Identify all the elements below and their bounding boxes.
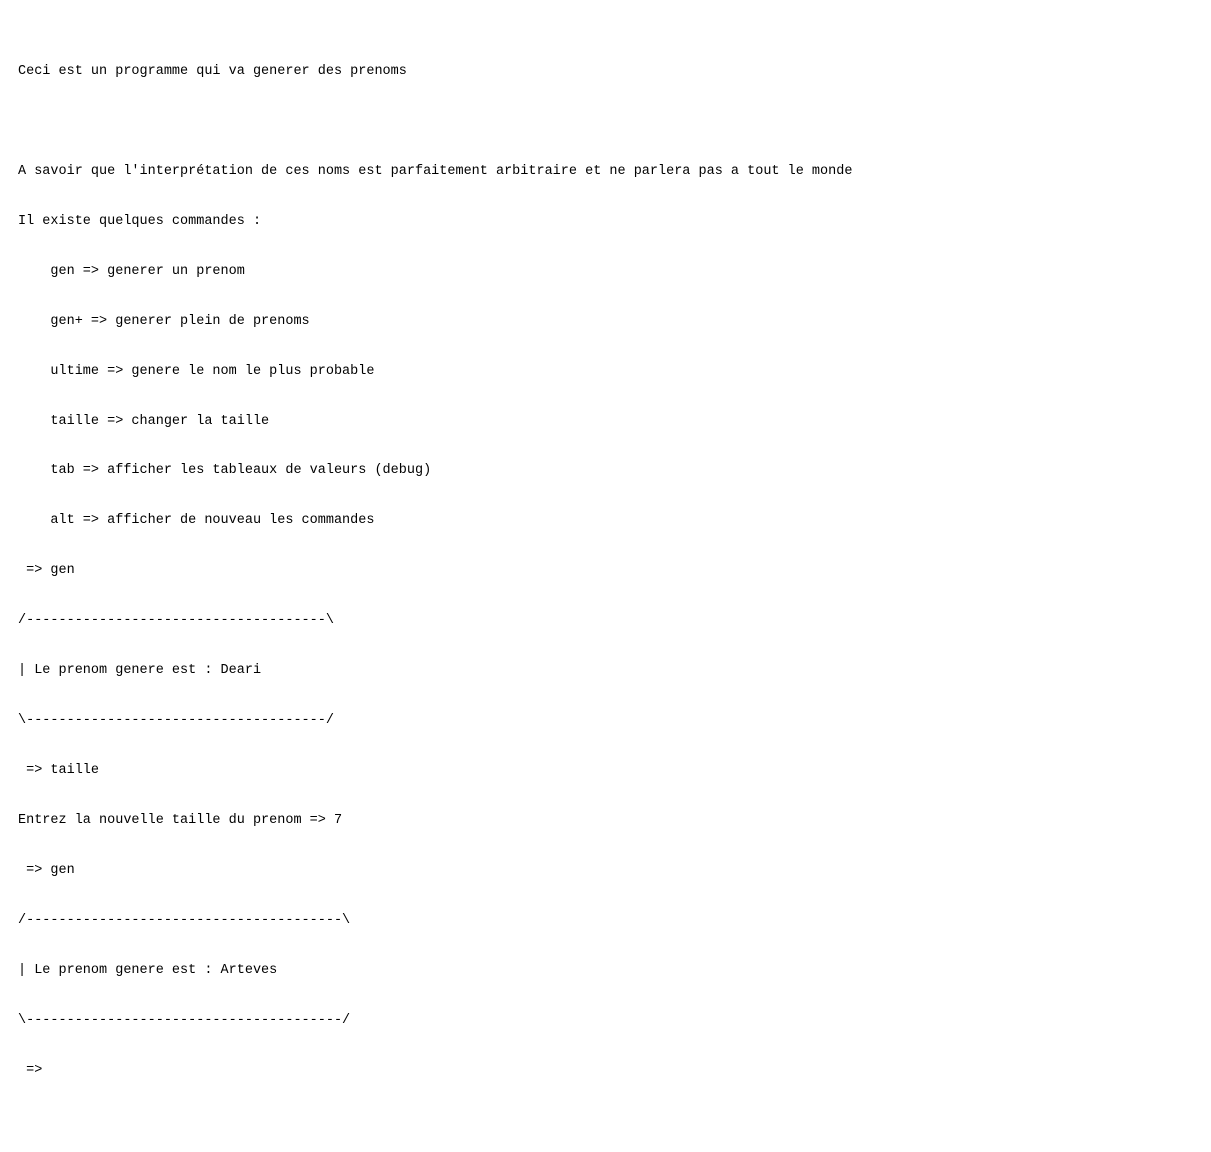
prompt-input[interactable]: =>: [18, 1059, 1193, 1084]
cmd-ultime: ultime => genere le nom le plus probable: [18, 360, 1193, 385]
prompt-input[interactable]: => taille: [18, 759, 1193, 784]
prompt-input[interactable]: => gen: [18, 559, 1193, 584]
output-box-content: | Le prenom genere est : Deari: [18, 659, 1193, 684]
output-box-top: /---------------------------------------…: [18, 909, 1193, 934]
blank-line: [18, 110, 1193, 135]
output-box-content: | Le prenom genere est : Arteves: [18, 959, 1193, 984]
taille-input[interactable]: Entrez la nouvelle taille du prenom => 7: [18, 809, 1193, 834]
cmd-alt: alt => afficher de nouveau les commandes: [18, 509, 1193, 534]
prompt-input[interactable]: => gen: [18, 859, 1193, 884]
cmd-gen: gen => generer un prenom: [18, 260, 1193, 285]
output-box-top: /-------------------------------------\: [18, 609, 1193, 634]
output-box-bottom: \-------------------------------------/: [18, 709, 1193, 734]
intro-note: A savoir que l'interprétation de ces nom…: [18, 160, 1193, 185]
intro-title: Ceci est un programme qui va generer des…: [18, 60, 1193, 85]
cmd-gen-plus: gen+ => generer plein de prenoms: [18, 310, 1193, 335]
cmd-tab: tab => afficher les tableaux de valeurs …: [18, 459, 1193, 484]
commands-header: Il existe quelques commandes :: [18, 210, 1193, 235]
cmd-taille: taille => changer la taille: [18, 410, 1193, 435]
output-box-bottom: \---------------------------------------…: [18, 1009, 1193, 1034]
